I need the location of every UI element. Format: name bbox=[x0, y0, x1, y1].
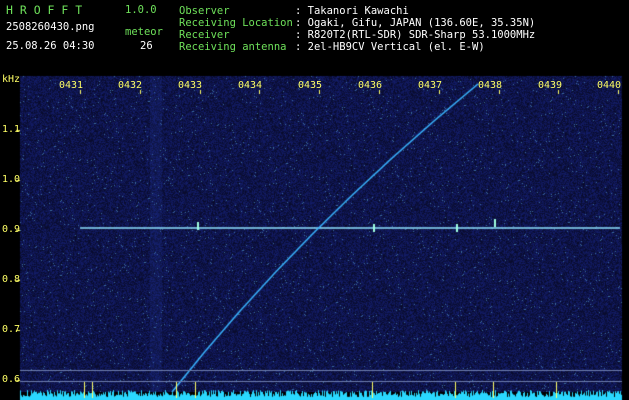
info-value-antenna: : 2el-HB9CV Vertical (el. E-W) bbox=[295, 41, 485, 53]
info-label-location: Receiving Location bbox=[179, 17, 293, 29]
meteor-label: meteor bbox=[125, 26, 163, 38]
time-tick-0433: 0433 bbox=[178, 80, 203, 91]
info-label-receiver: Receiver bbox=[179, 29, 230, 41]
observation-datetime: 25.08.26 04:30 bbox=[6, 40, 95, 52]
hroft-window: H R O F F T 1.0.0 2508260430.png meteor … bbox=[0, 0, 629, 400]
time-tick-0435: 0435 bbox=[298, 80, 323, 91]
time-tick-0440: 0440 bbox=[597, 80, 622, 91]
file-name: 2508260430.png bbox=[6, 21, 95, 33]
time-tick-0431: 0431 bbox=[59, 80, 84, 91]
time-tick-0439: 0439 bbox=[538, 80, 563, 91]
info-value-location: : Ogaki, Gifu, JAPAN (136.60E, 35.35N) bbox=[295, 17, 536, 29]
time-tick-0436: 0436 bbox=[358, 80, 383, 91]
freq-tick-0.9: 0.9 bbox=[2, 224, 21, 235]
time-tick-0434: 0434 bbox=[238, 80, 263, 91]
freq-tick-0.8: 0.8 bbox=[2, 274, 21, 285]
app-title: H R O F F T bbox=[6, 3, 83, 17]
info-value-observer: : Takanori Kawachi bbox=[295, 5, 409, 17]
info-value-receiver: : R820T2(RTL-SDR) SDR-Sharp 53.1000MHz bbox=[295, 29, 536, 41]
freq-tick-1.0: 1.0 bbox=[2, 174, 21, 185]
info-label-observer: Observer bbox=[179, 5, 230, 17]
freq-tick-1.1: 1.1 bbox=[2, 124, 21, 135]
app-version: 1.0.0 bbox=[125, 4, 157, 16]
info-label-antenna: Receiving antenna bbox=[179, 41, 287, 53]
spectrogram bbox=[0, 0, 629, 400]
freq-unit: kHz bbox=[2, 74, 21, 85]
freq-tick-0.7: 0.7 bbox=[2, 324, 21, 335]
time-tick-0437: 0437 bbox=[418, 80, 443, 91]
meteor-count: 26 bbox=[140, 40, 153, 52]
freq-tick-0.6: 0.6 bbox=[2, 374, 21, 385]
time-tick-0432: 0432 bbox=[118, 80, 143, 91]
time-tick-0438: 0438 bbox=[478, 80, 503, 91]
